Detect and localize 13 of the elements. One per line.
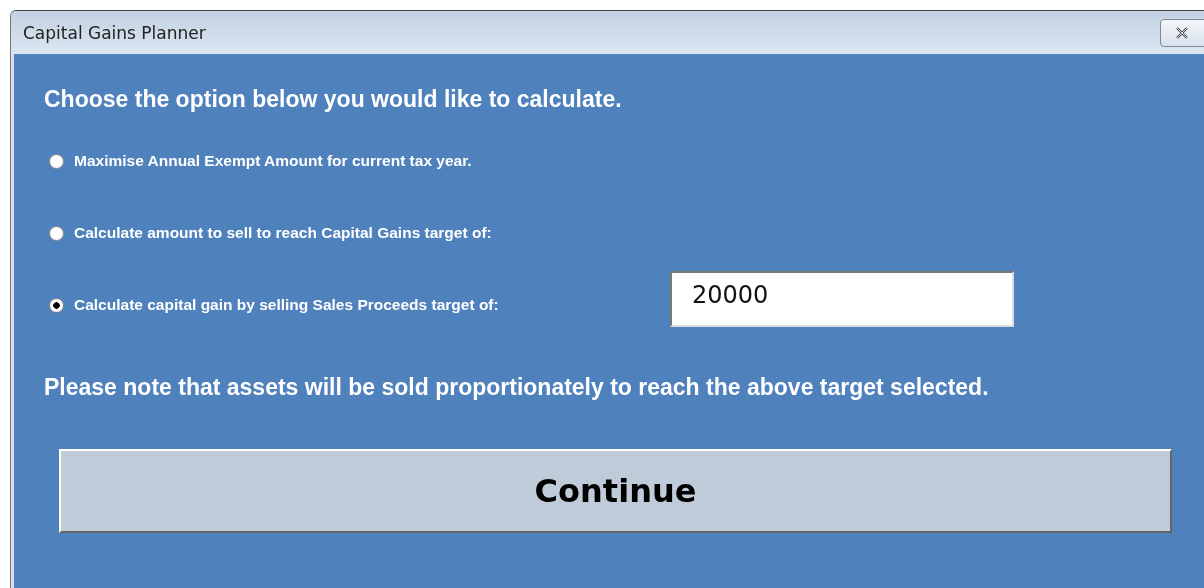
- option-label[interactable]: Calculate capital gain by selling Sales Proceeds target of:: [74, 296, 670, 314]
- input-field[interactable]: 20000: [670, 271, 1014, 327]
- close-icon: [1175, 26, 1189, 39]
- option-label[interactable]: Maximise Annual Exempt Amount for current tax year.: [74, 152, 670, 170]
- radio-button[interactable]: [49, 153, 64, 169]
- radio-button[interactable]: [49, 297, 64, 313]
- instruction-heading: Choose the option below you would like to calculate.: [44, 85, 623, 114]
- option-label[interactable]: Calculate amount to sell to reach Capital Gains target of:: [74, 224, 670, 242]
- window-title: Capital Gains Planner: [23, 22, 206, 43]
- close-button[interactable]: [1160, 18, 1204, 47]
- radio-button[interactable]: [49, 225, 64, 241]
- continue-button[interactable]: Continue: [59, 449, 1172, 533]
- note-text: Please note that assets will be sold proportionately to reach the above target selected.: [44, 373, 990, 402]
